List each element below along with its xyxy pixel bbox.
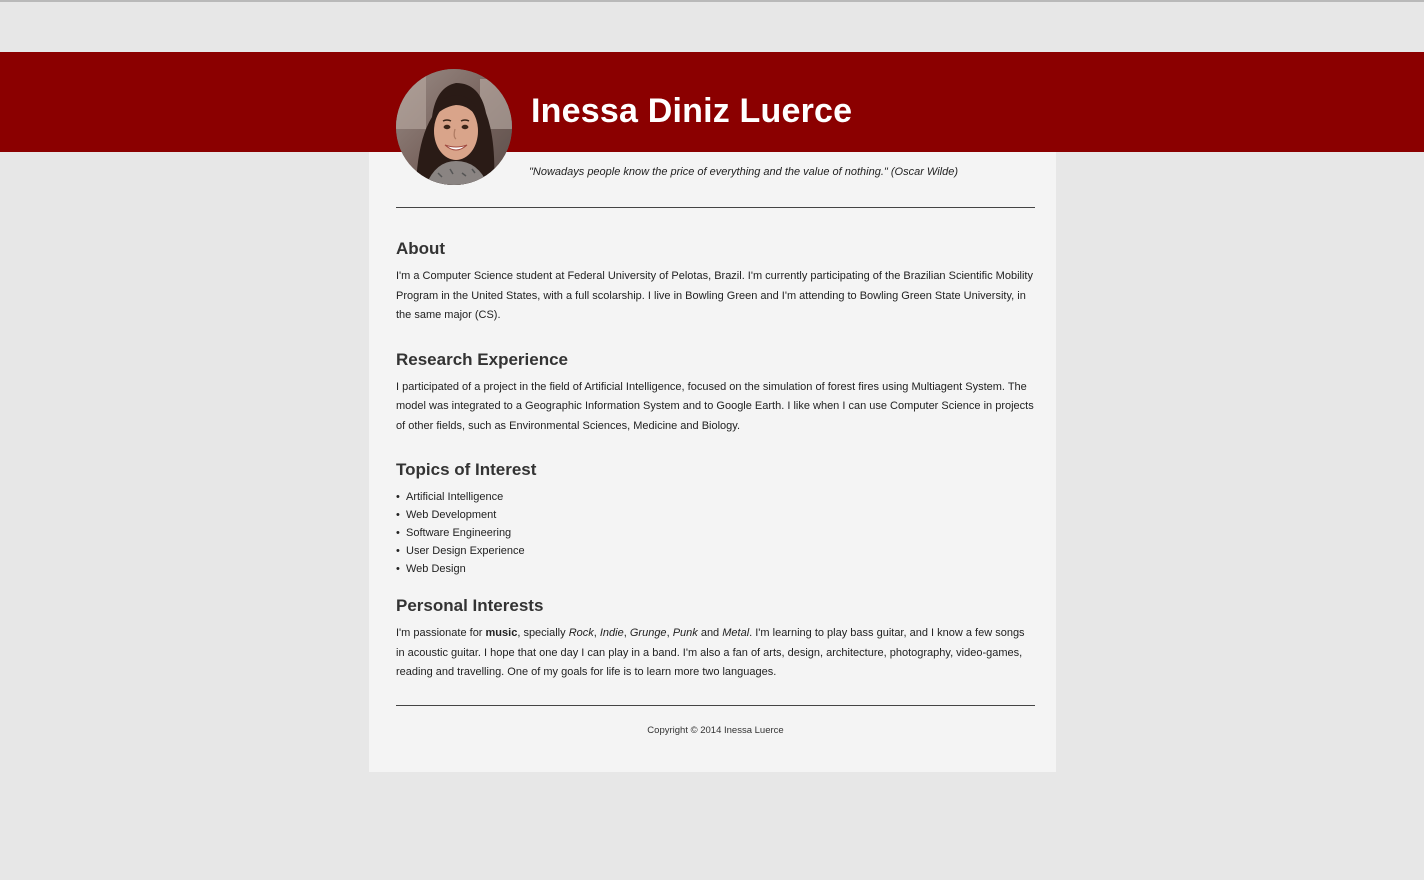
- profile-photo-icon: [396, 69, 512, 185]
- list-item: • User Design Experience: [396, 542, 1035, 560]
- genre-grunge: Grunge: [629, 627, 667, 639]
- about-section: About I'm a Computer Science student at …: [396, 238, 1035, 326]
- about-text: I'm a Computer Science student at Federa…: [396, 270, 1033, 321]
- research-section: Research Experience I participated of a …: [396, 349, 1035, 437]
- main-content: About I'm a Computer Science student at …: [396, 238, 1035, 706]
- separator: and: [697, 627, 723, 639]
- list-item: • Web Design: [396, 560, 1035, 578]
- topics-heading: Topics of Interest: [396, 460, 537, 479]
- topics-list: • Artificial Intelligence • Web Developmen…: [396, 488, 1035, 578]
- page-title: Inessa Diniz Luerce: [531, 92, 853, 130]
- bottom-divider: [396, 705, 1035, 706]
- personal-text-part: , specially: [517, 627, 569, 639]
- research-heading: Research Experience: [396, 349, 568, 369]
- topic-label: User Design Experience: [406, 545, 525, 557]
- topics-section: Topics of Interest • Artificial Intellige…: [396, 459, 1035, 578]
- header-quote: "Nowadays people know the price of every…: [529, 166, 958, 178]
- list-item: • Artificial Intelligence: [396, 488, 1035, 506]
- personal-text: I'm passionate for music, specially Rock…: [396, 624, 1035, 683]
- topic-label: Web Design: [406, 563, 466, 575]
- footer-copyright: Copyright © 2014 Inessa Luerce: [647, 725, 784, 736]
- topic-label: Web Development: [406, 509, 497, 521]
- bullet-icon: •: [396, 491, 400, 503]
- genre-rock: Rock: [568, 627, 594, 639]
- genre-metal: Metal: [722, 627, 750, 639]
- bullet-icon: •: [396, 563, 400, 575]
- browser-top-border: [0, 0, 1424, 2]
- list-item: • Software Engineering: [396, 524, 1035, 542]
- list-item: • Web Development: [396, 506, 1035, 524]
- genre-indie: Indie: [599, 627, 624, 639]
- personal-section: Personal Interests I'm passionate for mu…: [396, 595, 1035, 683]
- profile-photo: [396, 69, 512, 185]
- research-text: I participated of a project in the field…: [396, 380, 1034, 432]
- bullet-icon: •: [396, 509, 400, 521]
- top-divider: [396, 207, 1035, 208]
- personal-text-part: I'm passionate for: [396, 627, 486, 639]
- topic-label: Artificial Intelligence: [406, 491, 504, 503]
- bullet-icon: •: [396, 527, 400, 539]
- music-emphasis: music: [485, 627, 518, 639]
- genre-punk: Punk: [672, 627, 698, 639]
- about-heading: About: [396, 239, 446, 258]
- topic-label: Software Engineering: [406, 527, 512, 539]
- personal-heading: Personal Interests: [396, 596, 544, 615]
- bullet-icon: •: [396, 545, 400, 557]
